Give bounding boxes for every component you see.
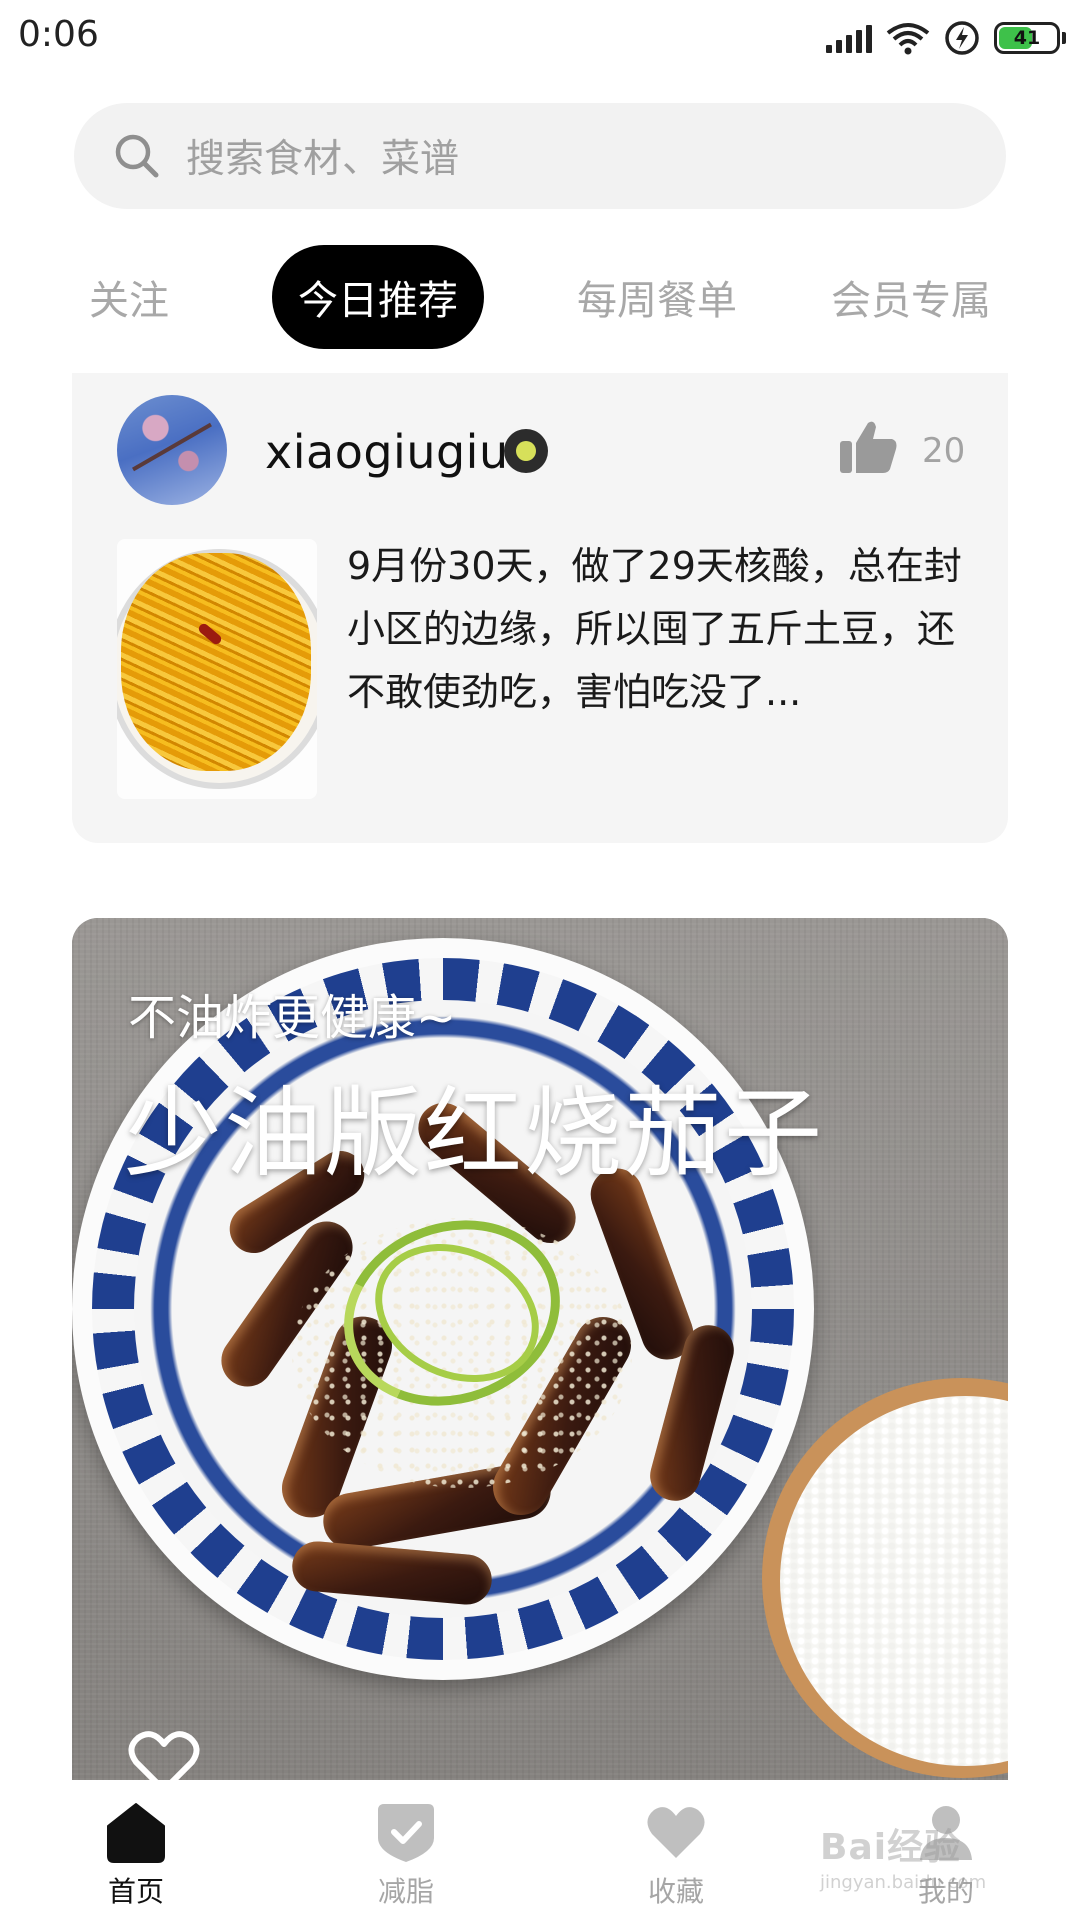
- wifi-icon: [886, 23, 930, 55]
- nav-favorites[interactable]: 收藏: [596, 1800, 756, 1920]
- tab-follow[interactable]: 关注: [74, 245, 184, 349]
- watermark-sub: jingyan.baidu.com: [820, 1872, 987, 1893]
- battery-tip: [1062, 32, 1066, 44]
- username[interactable]: xiaogiugiu: [265, 425, 509, 479]
- verified-badge-icon: [504, 429, 548, 473]
- battery-icon: 41: [994, 22, 1060, 54]
- post-card[interactable]: xiaogiugiu 20 9月份30天，做了29天核酸，总在封小区的边缘，所以…: [72, 373, 1008, 843]
- baidu-watermark: Bai经验 jingyan.baidu.com: [820, 1818, 1020, 1902]
- charging-icon: [945, 21, 979, 55]
- nav-home[interactable]: 首页: [56, 1800, 216, 1920]
- home-icon: [107, 1803, 165, 1863]
- nav-favorites-label: 收藏: [647, 1875, 704, 1908]
- recipe-card[interactable]: 不油炸更健康~ 少油版红烧茄子: [72, 918, 1008, 1780]
- category-tabs: 关注 今日推荐 每周餐单 会员专属: [74, 245, 1014, 349]
- tab-member-exclusive[interactable]: 会员专属: [816, 245, 1006, 349]
- status-time: 0:06: [18, 14, 99, 55]
- favorite-heart-icon[interactable]: [128, 1730, 200, 1780]
- status-icons: 41: [826, 18, 1066, 58]
- heart-icon: [647, 1807, 705, 1858]
- nav-home-label: 首页: [107, 1875, 164, 1908]
- search-icon: [115, 134, 159, 178]
- nav-fat-loss-label: 减脂: [377, 1875, 434, 1908]
- shield-check-icon: [378, 1804, 434, 1862]
- signal-icon: [826, 23, 872, 53]
- search-bar[interactable]: 搜索食材、菜谱: [74, 103, 1006, 209]
- post-image[interactable]: [117, 539, 317, 799]
- like-count: 20: [922, 431, 966, 471]
- thumbs-up-icon[interactable]: [840, 419, 898, 475]
- tab-weekly-menu[interactable]: 每周餐单: [562, 245, 752, 349]
- recipe-subtitle: 不油炸更健康~: [128, 990, 457, 1046]
- tab-today-recommend[interactable]: 今日推荐: [272, 245, 484, 349]
- nav-fat-loss[interactable]: 减脂: [326, 1800, 486, 1920]
- recipe-title: 少油版红烧茄子: [124, 1077, 825, 1191]
- battery-level: 41: [1013, 27, 1041, 49]
- watermark-text: Bai经验: [820, 1827, 962, 1868]
- status-bar: 0:06 41: [0, 0, 1080, 76]
- avatar[interactable]: [117, 395, 227, 505]
- post-text[interactable]: 9月份30天，做了29天核酸，总在封小区的边缘，所以囤了五斤土豆，还不敢使劲吃，…: [347, 535, 967, 724]
- search-placeholder: 搜索食材、菜谱: [186, 137, 460, 182]
